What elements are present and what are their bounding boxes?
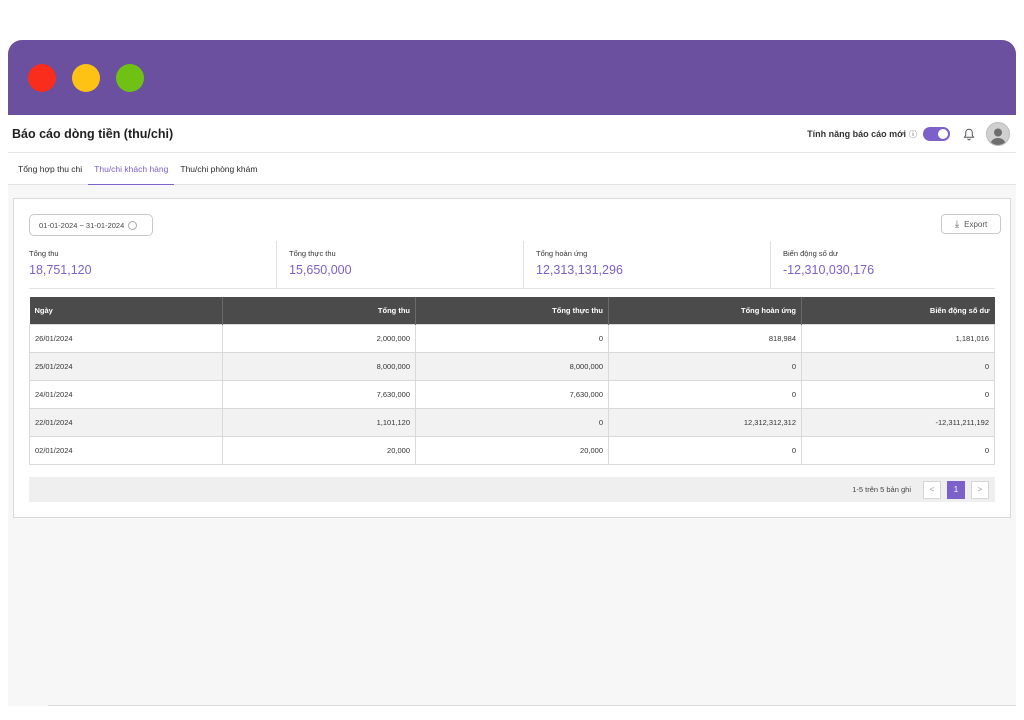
column-header-balance-change[interactable]: Biến động số dư — [801, 297, 995, 324]
table-row: 25/01/2024 8,000,000 8,000,000 0 0 — [29, 351, 995, 381]
pagination-bar: 1-5 trên 5 bản ghi < 1 > — [29, 477, 995, 502]
date-range-value: 01-01-2024 ~ 31-01-2024 — [39, 220, 125, 230]
total-income-link[interactable]: 7,630,000 — [222, 379, 416, 409]
summary-stats: Tổng thu 18,751,120 Tổng thực thu 15,650… — [29, 241, 995, 289]
tab-clinic[interactable]: Thu/chi phòng khám — [174, 153, 263, 185]
header-actions: Tính năng báo cáo mới ⓘ — [807, 121, 1010, 147]
date-link[interactable]: 02/01/2024 — [29, 435, 223, 465]
stat-balance-change: Biến động số dư -12,310,030,176 — [770, 241, 995, 288]
stat-label: Biến động số dư — [783, 249, 839, 258]
stat-actual-income: Tổng thực thu 15,650,000 — [276, 241, 523, 288]
stat-label: Tổng hoàn ứng — [536, 249, 588, 258]
total-income-link[interactable]: 1,101,120 — [222, 407, 416, 437]
bell-icon[interactable] — [962, 127, 976, 141]
table-header-row: Ngày Tổng thu Tổng thực thu Tổng hoàn ứn… — [29, 297, 995, 324]
stat-value: 18,751,120 — [29, 263, 92, 277]
balance-change-cell: 0 — [801, 435, 995, 465]
export-button[interactable]: ⤓ Export — [941, 214, 1001, 234]
info-icon[interactable]: ⓘ — [909, 129, 917, 140]
total-refund-cell: 0 — [608, 379, 802, 409]
stat-total-refund: Tổng hoàn ứng 12,313,131,296 — [523, 241, 770, 288]
balance-change-cell: 0 — [801, 351, 995, 381]
page-title: Báo cáo dòng tiền (thu/chi) — [12, 127, 174, 141]
new-report-feature-label: Tính năng báo cáo mới — [807, 129, 906, 139]
report-tabs: Tổng hợp thu chi Thu/chi khách hàng Thu/… — [8, 153, 1016, 186]
table-row: 02/01/2024 20,000 20,000 0 0 — [29, 435, 995, 465]
column-header-total-income[interactable]: Tổng thu — [222, 297, 416, 324]
total-income-link[interactable]: 20,000 — [222, 435, 416, 465]
balance-change-cell: 1,181,016 — [801, 323, 995, 353]
minimize-window-button[interactable] — [72, 64, 100, 92]
total-refund-cell: 12,312,312,312 — [608, 407, 802, 437]
total-refund-cell: 0 — [608, 435, 802, 465]
export-label: Export — [964, 219, 988, 229]
total-income-link[interactable]: 8,000,000 — [222, 351, 416, 381]
prev-page-button[interactable]: < — [923, 480, 941, 499]
page-button-1[interactable]: 1 — [947, 480, 965, 499]
total-refund-cell: 0 — [608, 351, 802, 381]
table-row: 24/01/2024 7,630,000 7,630,000 0 0 — [29, 379, 995, 409]
new-report-toggle[interactable] — [923, 127, 950, 141]
window-titlebar — [8, 40, 1016, 115]
date-link[interactable]: 22/01/2024 — [29, 407, 223, 437]
table-row: 26/01/2024 2,000,000 0 818,984 1,181,016 — [29, 323, 995, 353]
stat-value: 15,650,000 — [289, 263, 352, 277]
stat-value: 12,313,131,296 — [536, 263, 623, 277]
user-avatar[interactable] — [986, 122, 1010, 146]
table-row: 22/01/2024 1,101,120 0 12,312,312,312 -1… — [29, 407, 995, 437]
content-area: 01-01-2024 ~ 31-01-2024 ⤓ Export Tổng th… — [8, 185, 1016, 706]
stat-total-income: Tổng thu 18,751,120 — [29, 241, 276, 288]
report-card: 01-01-2024 ~ 31-01-2024 ⤓ Export Tổng th… — [13, 198, 1011, 518]
clock-icon — [128, 220, 138, 230]
close-window-button[interactable] — [28, 64, 56, 92]
actual-income-cell: 7,630,000 — [415, 379, 609, 409]
actual-income-cell: 20,000 — [415, 435, 609, 465]
actual-income-cell: 0 — [415, 407, 609, 437]
tab-summary[interactable]: Tổng hợp thu chi — [12, 153, 88, 185]
column-header-total-refund[interactable]: Tổng hoàn ứng — [608, 297, 802, 324]
cashflow-table: Ngày Tổng thu Tổng thực thu Tổng hoàn ứn… — [29, 297, 995, 465]
actual-income-cell: 0 — [415, 323, 609, 353]
stat-value: -12,310,030,176 — [783, 263, 875, 277]
date-link[interactable]: 25/01/2024 — [29, 351, 223, 381]
total-income-link[interactable]: 2,000,000 — [222, 323, 416, 353]
app-window: Báo cáo dòng tiền (thu/chi) Tính năng bá… — [8, 40, 1016, 706]
date-link[interactable]: 26/01/2024 — [29, 323, 223, 353]
date-range-picker[interactable]: 01-01-2024 ~ 31-01-2024 — [29, 214, 153, 236]
download-icon: ⤓ — [954, 218, 960, 230]
maximize-window-button[interactable] — [116, 64, 144, 92]
column-header-actual-income[interactable]: Tổng thực thu — [415, 297, 609, 324]
date-link[interactable]: 24/01/2024 — [29, 379, 223, 409]
balance-change-cell: 0 — [801, 379, 995, 409]
total-refund-cell: 818,984 — [608, 323, 802, 353]
stat-label: Tổng thực thu — [289, 249, 336, 258]
actual-income-cell: 8,000,000 — [415, 351, 609, 381]
column-header-date[interactable]: Ngày — [29, 297, 223, 324]
next-page-button[interactable]: > — [971, 480, 989, 499]
tab-customer[interactable]: Thu/chi khách hàng — [88, 153, 175, 186]
bottom-divider — [48, 705, 1016, 706]
stat-label: Tổng thu — [29, 249, 59, 258]
pagination-info: 1-5 trên 5 bản ghi — [852, 485, 911, 494]
app-header: Báo cáo dòng tiền (thu/chi) Tính năng bá… — [8, 115, 1016, 153]
balance-change-cell: -12,311,211,192 — [801, 407, 995, 437]
toggle-knob — [938, 129, 948, 139]
